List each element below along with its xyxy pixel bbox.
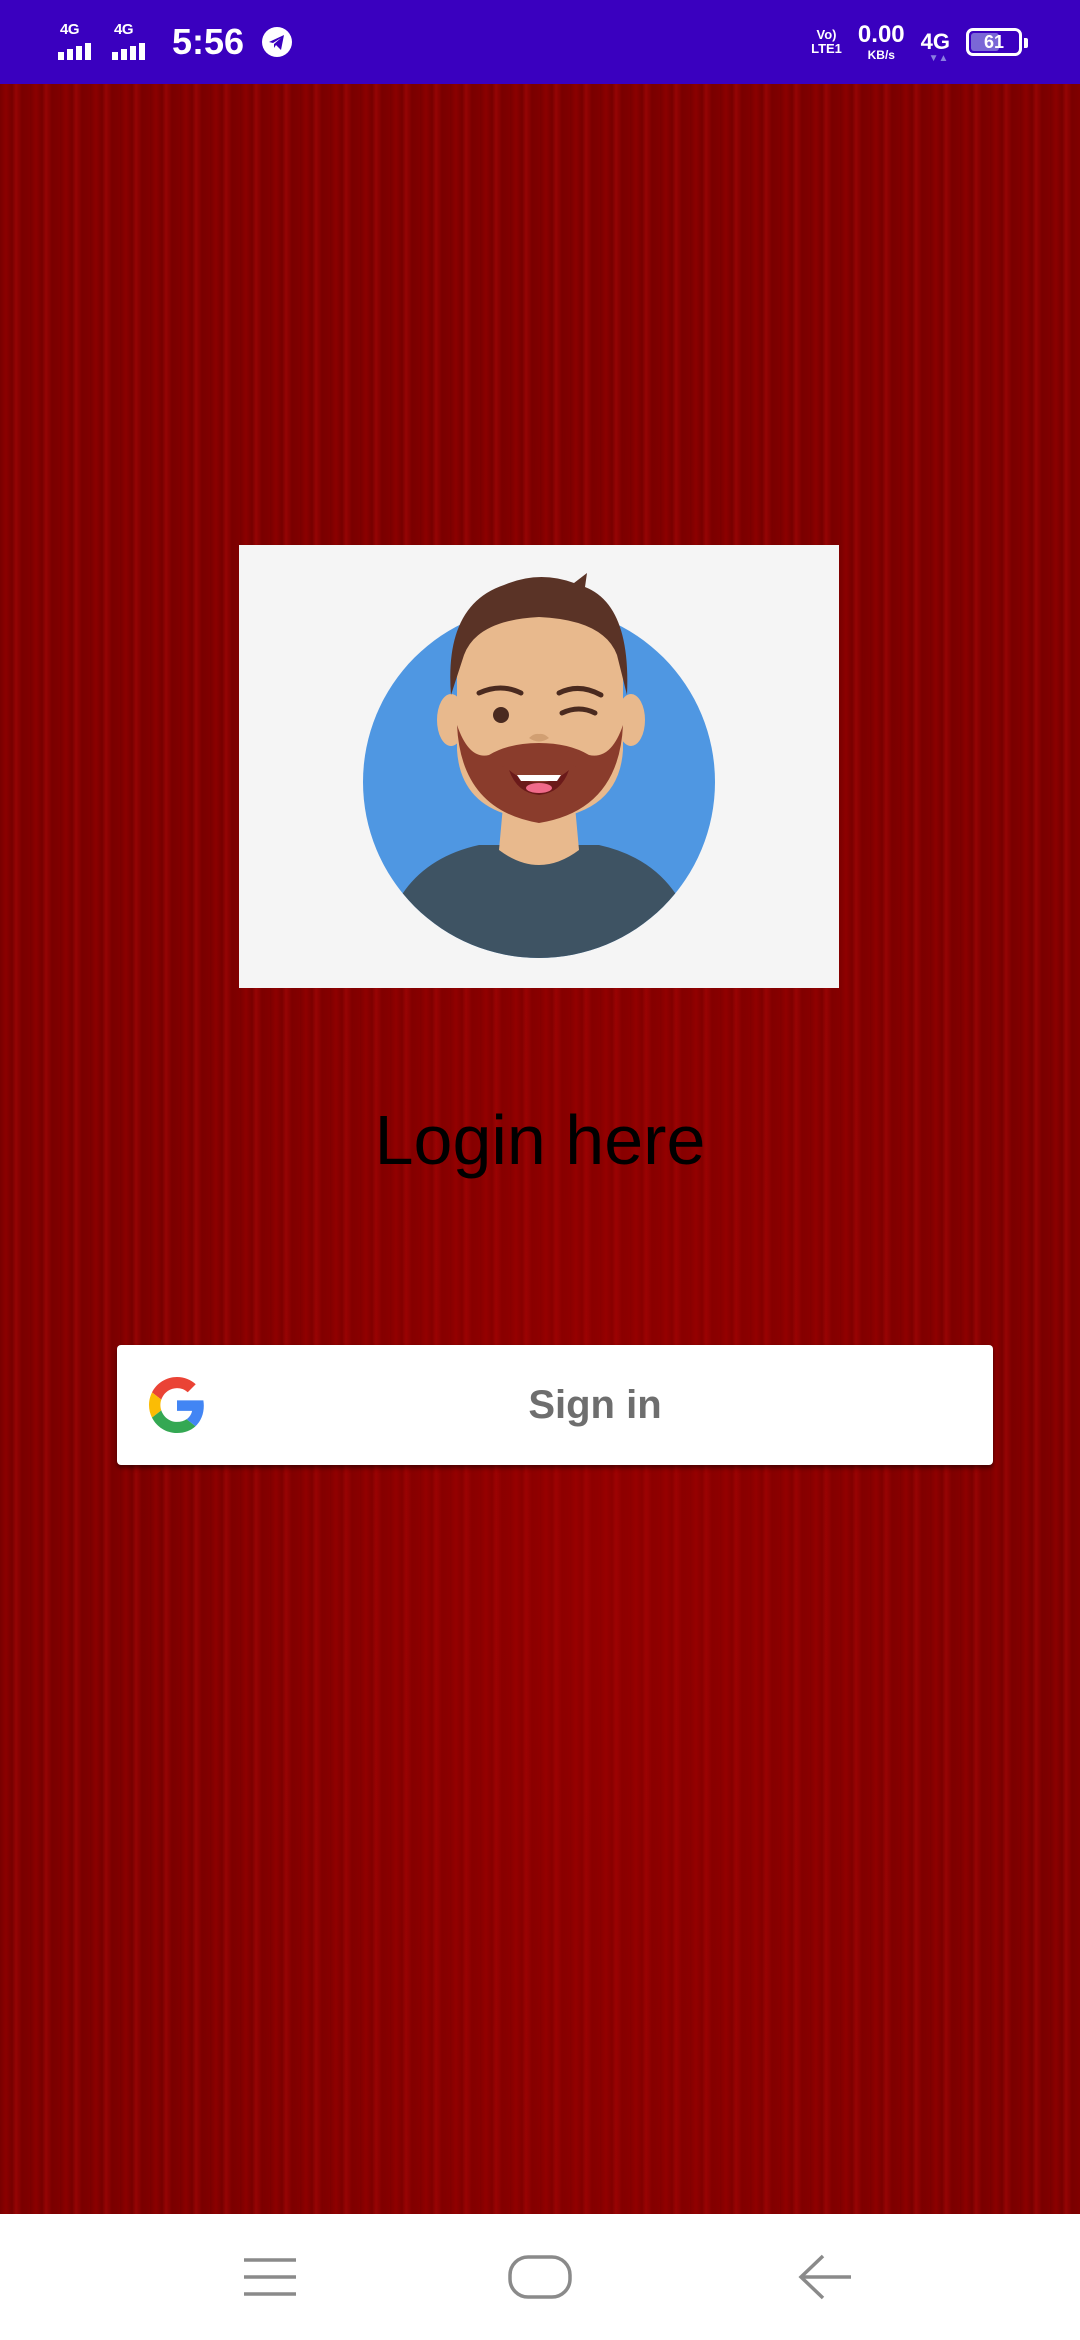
signal-2: 4G bbox=[112, 22, 152, 62]
network-label-1: 4G bbox=[60, 21, 80, 38]
signin-label: Sign in bbox=[528, 1383, 662, 1427]
battery-icon: 61 bbox=[966, 28, 1028, 56]
volte-bottom: LTE1 bbox=[811, 41, 842, 56]
signal-bars-icon bbox=[58, 43, 91, 60]
page-title: Login here bbox=[374, 1101, 706, 1179]
menu-button[interactable] bbox=[230, 2242, 310, 2312]
home-button[interactable] bbox=[500, 2242, 580, 2312]
network-label-2: 4G bbox=[114, 21, 134, 38]
avatar-illustration bbox=[363, 573, 715, 958]
network-4g: 4G ▼▲ bbox=[920, 29, 950, 64]
back-button[interactable] bbox=[785, 2242, 865, 2312]
home-icon bbox=[508, 2255, 572, 2299]
volte-top: Vo) bbox=[816, 27, 837, 42]
google-signin-button[interactable]: Sign in bbox=[117, 1345, 993, 1465]
clock: 5:56 bbox=[172, 21, 245, 62]
status-right: Vo) LTE1 0.00 KB/s 4G ▼▲ 61 bbox=[811, 18, 1028, 66]
battery-level: 61 bbox=[983, 31, 1005, 52]
navigation-bar bbox=[0, 2214, 1080, 2340]
signal-1: 4G bbox=[58, 22, 98, 62]
status-left: 4G 4G 5:56 bbox=[58, 18, 293, 66]
speed-value: 0.00 bbox=[857, 21, 905, 48]
battery-nub bbox=[1024, 38, 1028, 48]
telegram-icon bbox=[262, 27, 293, 57]
menu-icon bbox=[244, 2258, 296, 2296]
status-bar: 4G 4G 5:56 Vo) LTE1 0.00 KB/s 4G ▼▲ 61 bbox=[0, 0, 1080, 84]
data-arrows-icon: ▼▲ bbox=[928, 53, 949, 64]
speed-unit: KB/s bbox=[867, 48, 895, 62]
avatar-image bbox=[239, 545, 839, 988]
network-speed: 0.00 KB/s bbox=[857, 21, 905, 62]
signal-bars-icon bbox=[112, 43, 145, 60]
back-icon bbox=[798, 2254, 851, 2300]
app-screen: 4G 4G 5:56 Vo) LTE1 0.00 KB/s 4G ▼▲ 61 L… bbox=[0, 0, 1080, 2340]
volte-indicator: Vo) LTE1 bbox=[811, 28, 842, 56]
network-label-3: 4G bbox=[920, 29, 950, 54]
